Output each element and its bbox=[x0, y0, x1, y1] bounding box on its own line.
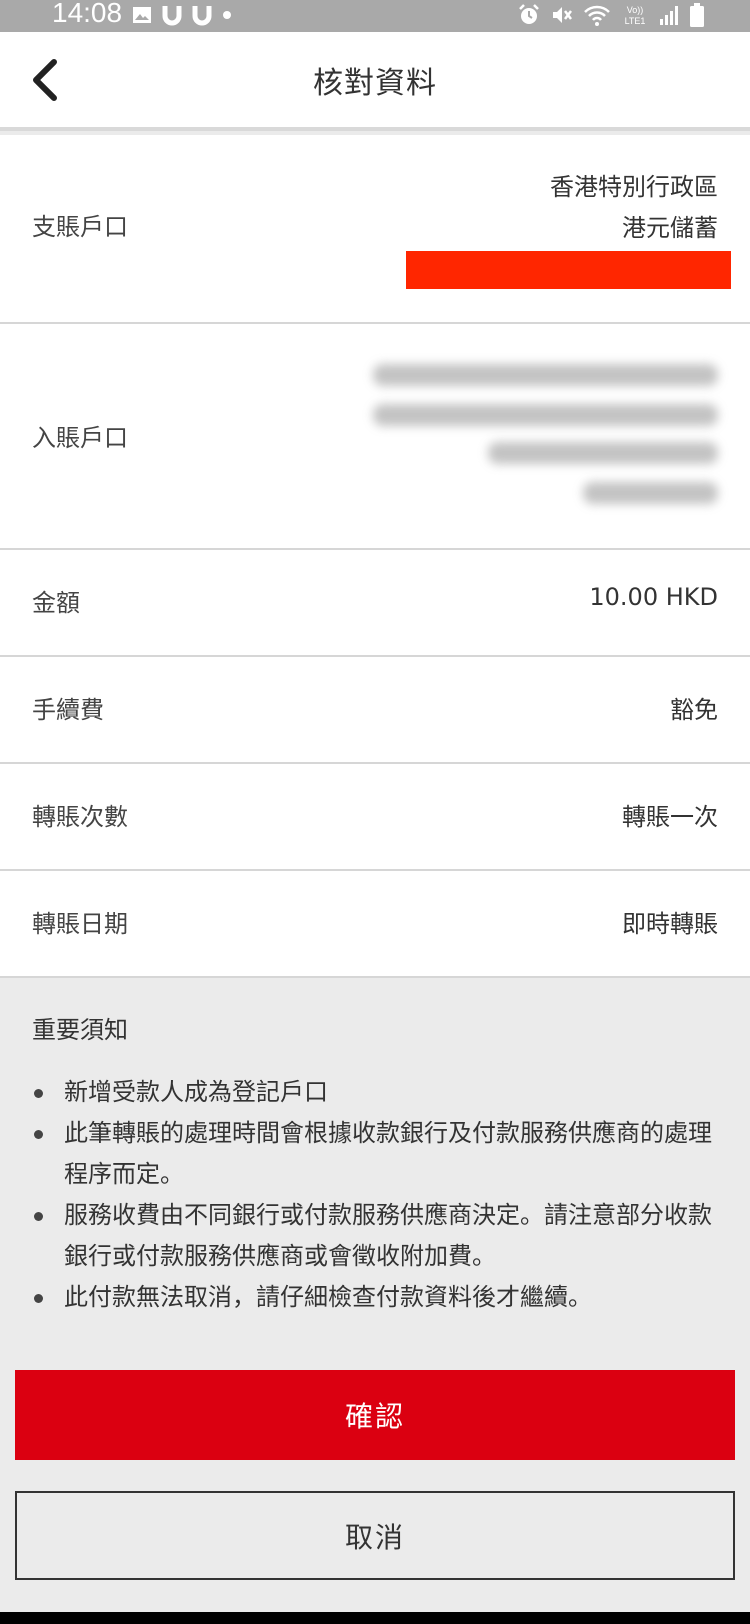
frequency-value: 轉賬一次 bbox=[622, 803, 718, 831]
volte-icon: Vo))LTE1 bbox=[625, 5, 646, 26]
status-bar: 14:08 Vo)) LTE1 bbox=[0, 0, 750, 32]
bullet-icon bbox=[34, 1130, 43, 1139]
amount-row: 金額 10.00 HKD bbox=[0, 550, 750, 657]
date-row: 轉賬日期 即時轉賬 bbox=[0, 871, 750, 978]
notice-item-text: 新增受款人成為登記戶口 bbox=[64, 1078, 328, 1106]
cancel-button[interactable]: 取消 bbox=[15, 1491, 735, 1580]
notice-item: 服務收費由不同銀行或付款服務供應商決定。請注意部分收款銀行或付款服務供應商或會徵… bbox=[32, 1195, 722, 1277]
gallery-icon bbox=[133, 7, 151, 23]
notice-item-text: 此付款無法取消，請仔細檢查付款資料後才繼續。 bbox=[64, 1283, 592, 1311]
notice-list: 新增受款人成為登記戶口 此筆轉賬的處理時間會根據收款銀行及付款服務供應商的處理程… bbox=[32, 1072, 722, 1318]
blurred-payee-account bbox=[488, 442, 718, 464]
magnet-icon bbox=[162, 6, 182, 26]
redacted-account-number bbox=[406, 251, 731, 289]
to-account-row: 入賬戶口 bbox=[0, 324, 750, 550]
date-label: 轉賬日期 bbox=[32, 910, 128, 938]
fee-row: 手續費 豁免 bbox=[0, 657, 750, 764]
bullet-icon bbox=[34, 1212, 43, 1221]
frequency-row: 轉賬次數 轉賬一次 bbox=[0, 764, 750, 871]
notice-item-text: 此筆轉賬的處理時間會根據收款銀行及付款服務供應商的處理程序而定。 bbox=[64, 1119, 712, 1188]
review-details: 支賬戶口 香港特別行政區 港元儲蓄 入賬戶口 金額 10.00 HKD 手續費 … bbox=[0, 135, 750, 978]
svg-text:LTE1: LTE1 bbox=[625, 16, 646, 26]
fee-label: 手續費 bbox=[32, 696, 104, 724]
wifi-icon bbox=[584, 5, 610, 26]
from-account-label: 支賬戶口 bbox=[32, 213, 128, 241]
notice-item: 新增受款人成為登記戶口 bbox=[32, 1072, 722, 1113]
dot-icon bbox=[223, 11, 231, 19]
status-time: 14:08 bbox=[52, 0, 123, 28]
status-left-icons bbox=[132, 2, 232, 28]
alarm-icon bbox=[519, 4, 539, 24]
from-account-region: 香港特別行政區 bbox=[550, 173, 718, 201]
battery-icon bbox=[690, 3, 704, 27]
from-account-row: 支賬戶口 香港特別行政區 港元儲蓄 bbox=[0, 135, 750, 324]
date-value: 即時轉賬 bbox=[622, 910, 718, 938]
notice-item: 此付款無法取消，請仔細檢查付款資料後才繼續。 bbox=[32, 1277, 722, 1318]
amount-label: 金額 bbox=[32, 589, 80, 617]
bullet-icon bbox=[34, 1294, 43, 1303]
magnet-icon bbox=[192, 6, 212, 26]
frequency-label: 轉賬次數 bbox=[32, 803, 128, 831]
mute-icon bbox=[553, 7, 572, 23]
signal-icon bbox=[660, 6, 678, 25]
blurred-payee-name bbox=[373, 364, 718, 386]
confirm-button[interactable]: 確認 bbox=[15, 1370, 735, 1460]
system-nav-bar bbox=[0, 1612, 750, 1624]
status-right-icons: Vo)) LTE1 bbox=[517, 2, 704, 28]
bullet-icon bbox=[34, 1089, 43, 1098]
page-title: 核對資料 bbox=[313, 66, 437, 101]
fee-value: 豁免 bbox=[670, 696, 718, 724]
notice-title: 重要須知 bbox=[32, 1016, 128, 1044]
app-header: 核對資料 bbox=[0, 32, 750, 131]
notice-item: 此筆轉賬的處理時間會根據收款銀行及付款服務供應商的處理程序而定。 bbox=[32, 1113, 722, 1195]
svg-text:Vo)): Vo)) bbox=[627, 5, 644, 15]
notice-item-text: 服務收費由不同銀行或付款服務供應商決定。請注意部分收款銀行或付款服務供應商或會徵… bbox=[64, 1201, 712, 1270]
from-account-type: 港元儲蓄 bbox=[622, 214, 718, 242]
amount-value: 10.00 HKD bbox=[589, 583, 718, 611]
blurred-payee-reference bbox=[583, 482, 718, 504]
blurred-payee-bank bbox=[373, 404, 718, 426]
to-account-label: 入賬戶口 bbox=[32, 424, 128, 452]
